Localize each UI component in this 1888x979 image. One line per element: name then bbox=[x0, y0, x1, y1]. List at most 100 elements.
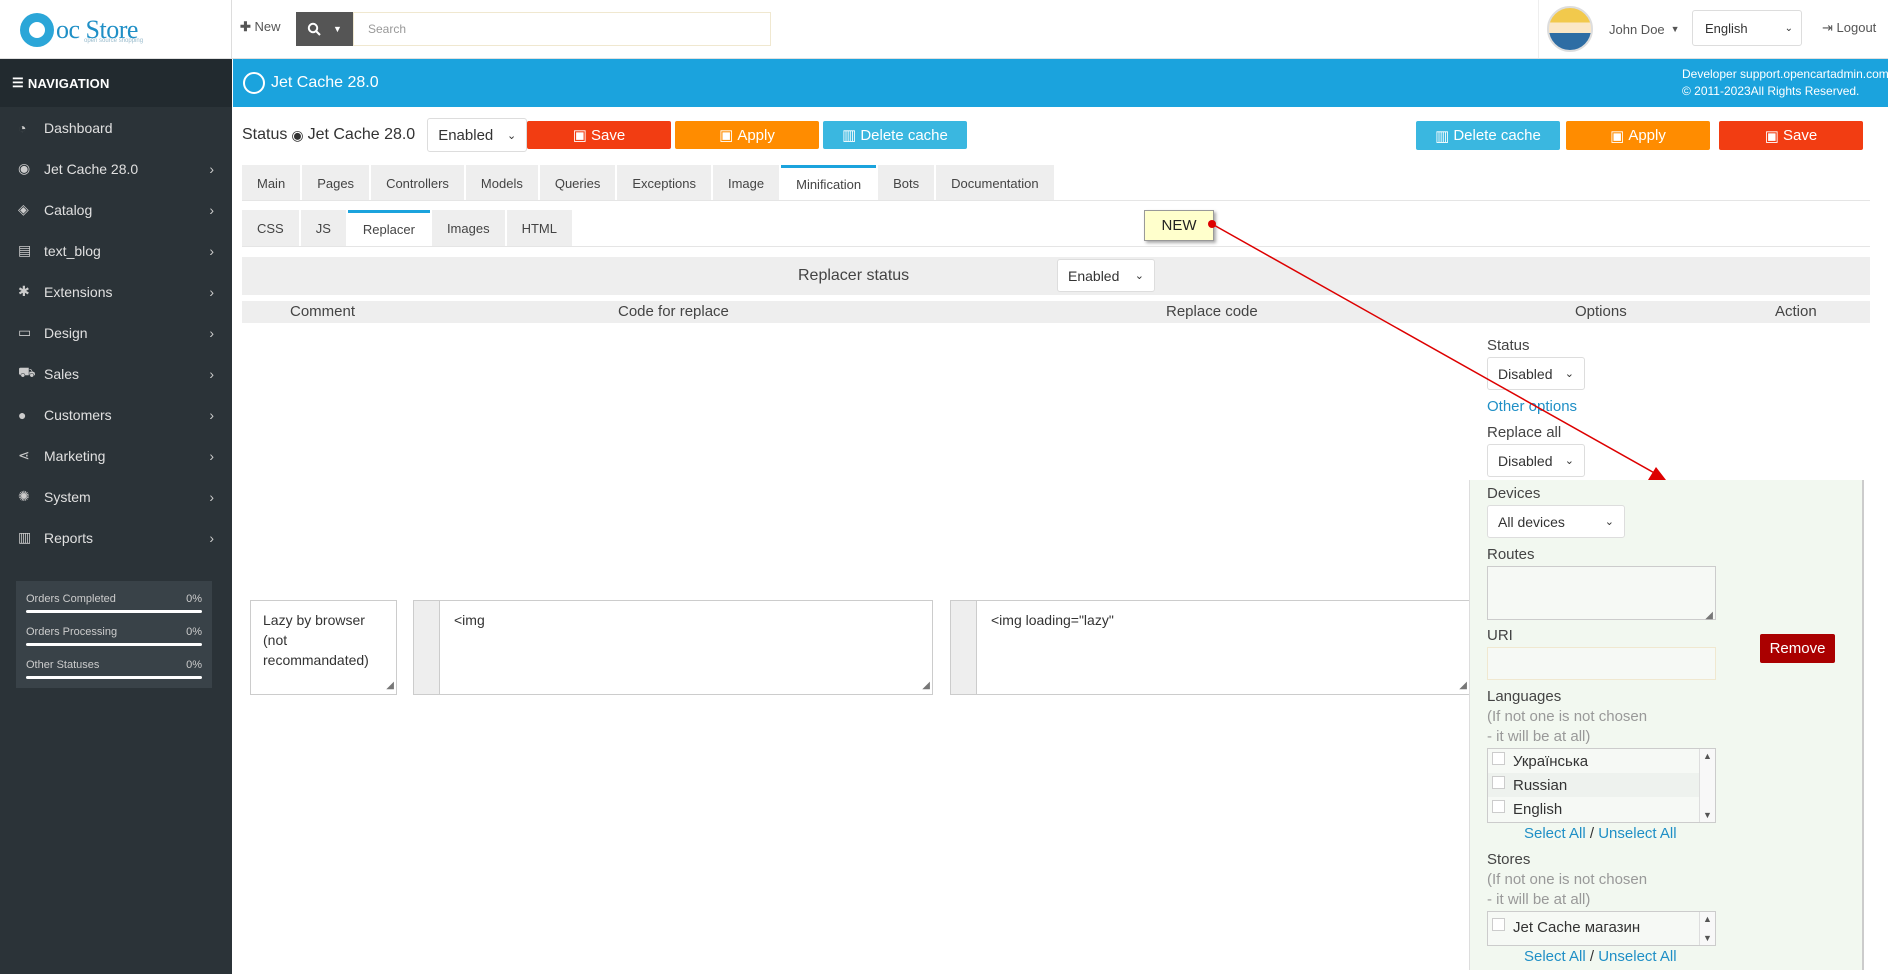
scroll-down-icon[interactable]: ▼ bbox=[1703, 933, 1712, 943]
routes-textarea[interactable]: ◢ bbox=[1487, 566, 1716, 621]
sidebar-item-label: Marketing bbox=[44, 447, 106, 464]
save-button-top-right[interactable]: ▣ Save bbox=[1719, 121, 1863, 150]
apply-button-top-left[interactable]: ▣ Apply bbox=[675, 121, 819, 149]
tab-main[interactable]: Main bbox=[242, 165, 301, 201]
scroll-up-icon[interactable]: ▲ bbox=[1703, 914, 1712, 924]
option-status-value: Disabled bbox=[1498, 365, 1553, 382]
status-row: Status ◉ Jet Cache 28.0 Enabled ⌄ bbox=[242, 118, 528, 152]
new-button[interactable]: ✚ New bbox=[240, 19, 281, 35]
logo[interactable]: oc Store open source shopping bbox=[0, 0, 232, 59]
subtab-js[interactable]: JS bbox=[300, 210, 346, 246]
chevron-down-icon: ⌄ bbox=[1564, 455, 1574, 467]
column-replace-code: Replace code bbox=[1166, 303, 1258, 320]
save-button-top-left[interactable]: ▣ Save bbox=[527, 121, 671, 149]
column-options: Options bbox=[1575, 303, 1627, 320]
devices-select[interactable]: All devices ⌄ bbox=[1487, 505, 1625, 538]
book-icon: ▤ bbox=[18, 242, 32, 258]
floppy-icon: ▣ bbox=[572, 127, 587, 144]
languages-unselect-all[interactable]: Unselect All bbox=[1598, 825, 1676, 842]
scroll-down-icon[interactable]: ▼ bbox=[1703, 810, 1712, 820]
language-select[interactable]: English ⌄ bbox=[1692, 10, 1802, 46]
sidebar-item-customers[interactable]: ● Customers › bbox=[0, 394, 232, 435]
replace-all-label: Replace all bbox=[1487, 424, 1562, 441]
tab-queries[interactable]: Queries bbox=[539, 165, 616, 201]
replacer-status-select[interactable]: Enabled ⌄ bbox=[1057, 259, 1155, 292]
logout-link[interactable]: ⇥ Logout bbox=[1822, 20, 1876, 36]
status-module-name: Jet Cache 28.0 bbox=[307, 126, 416, 143]
resize-handle-icon: ◢ bbox=[386, 680, 394, 691]
progress-bar bbox=[26, 676, 202, 679]
developer-link[interactable]: Developer support.opencartadmin.com bbox=[1682, 66, 1888, 83]
navigation-heading[interactable]: ☰ NAVIGATION bbox=[0, 59, 232, 107]
subtab-replacer[interactable]: Replacer bbox=[347, 210, 430, 246]
tab-image[interactable]: Image bbox=[712, 165, 780, 201]
sidebar-item-dashboard[interactable]: ◔ Dashboard bbox=[0, 107, 232, 148]
sidebar-item-marketing[interactable]: ⋖ Marketing › bbox=[0, 435, 232, 476]
module-title: Jet Cache 28.0 bbox=[243, 72, 379, 94]
apply-button-top-right[interactable]: ▣ Apply bbox=[1566, 121, 1710, 150]
chevron-down-icon: ⌄ bbox=[1604, 516, 1614, 528]
tab-exceptions[interactable]: Exceptions bbox=[617, 165, 711, 201]
sidebar-item-design[interactable]: ▭ Design › bbox=[0, 312, 232, 353]
sidebar-item-extensions[interactable]: ✱ Extensions › bbox=[0, 271, 232, 312]
remove-button[interactable]: Remove bbox=[1760, 634, 1835, 663]
delete-cache-button-top-right[interactable]: ▥ Delete cache bbox=[1416, 121, 1560, 150]
language-option-russian[interactable]: Russian bbox=[1488, 773, 1715, 797]
checkbox[interactable] bbox=[1492, 918, 1505, 931]
languages-select-all[interactable]: Select All bbox=[1524, 825, 1586, 842]
store-option[interactable]: Jet Cache магазин bbox=[1488, 912, 1715, 943]
replace-all-select[interactable]: Disabled ⌄ bbox=[1487, 444, 1585, 477]
arrow-head bbox=[1648, 467, 1666, 480]
user-menu[interactable]: John Doe ▼ bbox=[1538, 0, 1693, 58]
other-options-link[interactable]: Other options bbox=[1487, 398, 1577, 415]
order-stats-panel: Orders Completed 0% Orders Processing 0% O… bbox=[16, 581, 212, 688]
subtab-images[interactable]: Images bbox=[431, 210, 505, 246]
module-status-value: Enabled bbox=[438, 126, 494, 144]
module-status-select[interactable]: Enabled ⌄ bbox=[427, 118, 528, 152]
tab-bots[interactable]: Bots bbox=[878, 165, 935, 201]
stores-unselect-all[interactable]: Unselect All bbox=[1598, 948, 1676, 965]
sidebar-item-catalog[interactable]: ◈ Catalog › bbox=[0, 189, 232, 230]
stores-scrollbar[interactable]: ▲ ▼ bbox=[1699, 912, 1715, 945]
new-label: New bbox=[254, 19, 281, 34]
tab-pages[interactable]: Pages bbox=[302, 165, 370, 201]
editor-gutter bbox=[951, 601, 977, 694]
languages-scrollbar[interactable]: ▲ ▼ bbox=[1699, 749, 1715, 822]
navigation-heading-label: NAVIGATION bbox=[27, 75, 110, 91]
tags-icon: ◈ bbox=[18, 201, 29, 217]
sidebar-item-jet-cache[interactable]: ◉ Jet Cache 28.0 › bbox=[0, 148, 232, 189]
language-option-english[interactable]: English bbox=[1488, 797, 1715, 821]
search-type-button[interactable]: ▼ bbox=[296, 12, 353, 46]
tab-controllers[interactable]: Controllers bbox=[371, 165, 464, 201]
sidebar-item-label: Sales bbox=[44, 365, 80, 382]
target-icon: ◉ bbox=[18, 160, 31, 176]
stores-select-all[interactable]: Select All bbox=[1524, 948, 1586, 965]
checkbox[interactable] bbox=[1492, 799, 1505, 813]
subtab-css[interactable]: CSS bbox=[242, 210, 299, 246]
language-option-ukrainian[interactable]: Українська bbox=[1488, 749, 1715, 773]
checkbox[interactable] bbox=[1492, 751, 1505, 765]
menu-icon: ☰ bbox=[12, 75, 24, 90]
sidebar-item-text-blog[interactable]: ▤ text_blog › bbox=[0, 230, 232, 271]
routes-label: Routes bbox=[1487, 546, 1535, 563]
subtab-html[interactable]: HTML bbox=[506, 210, 572, 246]
tab-documentation[interactable]: Documentation bbox=[936, 165, 1054, 201]
sidebar-item-sales[interactable]: ⛟ Sales › bbox=[0, 353, 232, 394]
tab-minification[interactable]: Minification bbox=[781, 165, 877, 201]
comment-textarea[interactable]: Lazy by browser (not recommandated) ◢ bbox=[250, 600, 397, 695]
sidebar-item-label: Dashboard bbox=[44, 119, 113, 136]
search-input[interactable]: Search bbox=[353, 12, 771, 46]
sidebar-item-reports[interactable]: ▥ Reports › bbox=[0, 517, 232, 558]
uri-input[interactable] bbox=[1487, 647, 1716, 680]
delete-cache-button-top-left[interactable]: ▥ Delete cache bbox=[823, 121, 967, 149]
caret-down-icon: ▼ bbox=[1670, 24, 1680, 34]
plus-icon: ✚ bbox=[240, 19, 251, 34]
code-for-replace-editor[interactable]: <img ◢ bbox=[413, 600, 933, 695]
replace-code-editor[interactable]: <img loading="lazy" ◢ bbox=[950, 600, 1470, 695]
option-status-select[interactable]: Disabled ⌄ bbox=[1487, 357, 1585, 390]
sidebar-item-system[interactable]: ✺ System › bbox=[0, 476, 232, 517]
scroll-up-icon[interactable]: ▲ bbox=[1703, 751, 1712, 761]
resize-handle-icon: ◢ bbox=[1459, 680, 1467, 691]
tab-models[interactable]: Models bbox=[465, 165, 538, 201]
checkbox[interactable] bbox=[1492, 775, 1505, 789]
